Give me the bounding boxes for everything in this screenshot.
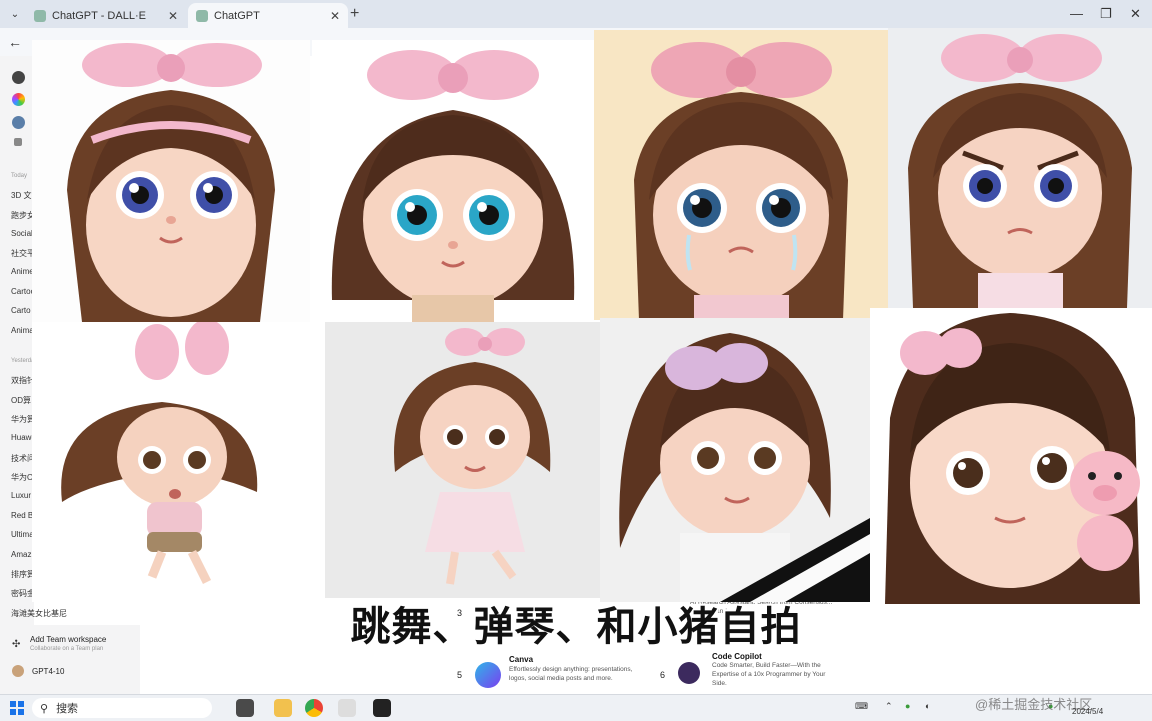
- search-icon: ⚲: [40, 702, 49, 715]
- chrome-icon[interactable]: [305, 699, 323, 717]
- typora-icon[interactable]: [338, 699, 356, 717]
- taskbar-date[interactable]: 2024/5/4: [1072, 707, 1103, 716]
- tab-title: ChatGPT: [214, 9, 260, 22]
- sidebar-section-today: Today: [11, 173, 28, 179]
- girl-illustration: [594, 30, 888, 320]
- browser-tab-strip: ⌄ ChatGPT - DALL·E ✕ ChatGPT ✕ + — ❐ ✕: [0, 0, 1152, 28]
- tray-app-icon[interactable]: ◐: [925, 701, 930, 711]
- girl-illustration: [325, 322, 600, 598]
- sidebar-chat-item[interactable]: Red B: [11, 511, 33, 520]
- chatgpt-favicon-icon: [34, 9, 46, 22]
- avatar[interactable]: [12, 665, 24, 677]
- generated-image-angry[interactable]: [888, 28, 1152, 308]
- close-window-button[interactable]: ✕: [1130, 6, 1141, 22]
- wechat-icon[interactable]: ●: [905, 701, 910, 711]
- maximize-button[interactable]: ❐: [1100, 6, 1112, 22]
- gpt-card-number: 6: [660, 670, 666, 680]
- generated-image-running[interactable]: [32, 322, 314, 602]
- back-arrow-icon[interactable]: ←: [8, 34, 22, 50]
- sidebar-chat-item[interactable]: Anime: [11, 267, 34, 276]
- tab-title: ChatGPT - DALL·E: [52, 9, 146, 22]
- terminal-icon[interactable]: [373, 699, 391, 717]
- new-tab-button[interactable]: +: [350, 5, 359, 23]
- add-team-icon[interactable]: ✣: [12, 639, 20, 650]
- sidebar-chat-item[interactable]: Carto: [11, 306, 31, 315]
- taskbar-search-input[interactable]: ⚲ 搜索: [32, 698, 212, 718]
- sidebar-chat-item[interactable]: 海滩美女比基尼: [11, 608, 67, 619]
- gpt-card-description: Code Smarter, Build Faster—With the Expe…: [712, 662, 826, 687]
- generated-image-pig-selfie[interactable]: [870, 308, 1152, 604]
- sidebar-chat-item[interactable]: Luxur: [11, 491, 31, 500]
- sidebar-chat-item[interactable]: Social: [11, 229, 33, 238]
- openai-logo-icon[interactable]: [12, 71, 25, 84]
- account-name[interactable]: GPT4-10: [32, 667, 64, 676]
- sidebar-chat-item[interactable]: OD算: [11, 395, 31, 406]
- girl-illustration: [600, 318, 870, 602]
- close-tab-icon[interactable]: ✕: [168, 9, 178, 23]
- add-team-workspace-button[interactable]: Add Team workspace: [30, 635, 106, 644]
- generated-image-cry[interactable]: [594, 30, 888, 320]
- girl-illustration: [312, 40, 594, 322]
- minimize-button[interactable]: —: [1070, 6, 1083, 21]
- canva-icon[interactable]: [475, 662, 501, 688]
- gpt-card-number: 5: [457, 670, 463, 680]
- sidebar-chat-item[interactable]: Ultima: [11, 530, 34, 539]
- close-tab-icon[interactable]: ✕: [330, 9, 340, 23]
- sidebar-chat-item[interactable]: 3D 文: [11, 190, 31, 201]
- chatgpt-favicon-icon: [196, 9, 208, 22]
- tray-chevron-icon[interactable]: ⌃: [885, 701, 893, 712]
- gpt-color-icon[interactable]: [12, 93, 25, 106]
- windows-start-icon[interactable]: [10, 701, 24, 715]
- add-team-subtitle: Collaborate on a Team plan: [30, 646, 104, 652]
- girl-illustration: [32, 40, 310, 322]
- task-view-icon[interactable]: [236, 699, 254, 717]
- tab-chatgpt[interactable]: ChatGPT ✕: [188, 3, 348, 28]
- girl-illustration: [870, 308, 1152, 604]
- generated-image-piano[interactable]: [600, 318, 870, 602]
- sidebar-chat-item[interactable]: Amaz: [11, 550, 31, 559]
- sidebar-footer: ✣ Add Team workspace Collaborate on a Te…: [0, 625, 140, 695]
- tab-search-dropdown[interactable]: ⌄: [6, 5, 24, 23]
- generated-image-dancing[interactable]: [325, 322, 600, 598]
- search-placeholder: 搜索: [56, 703, 79, 715]
- gpt-card-title[interactable]: Code Copilot: [712, 652, 762, 661]
- keyboard-icon[interactable]: ⌨: [855, 701, 868, 712]
- gpt-card-description: Effortlessly design anything: presentati…: [509, 666, 633, 682]
- video-subtitle: 跳舞、弹琴、和小猪自拍: [350, 604, 802, 650]
- girl-illustration: [888, 28, 1152, 308]
- gpt-globe-icon[interactable]: [12, 116, 25, 129]
- gpt-card-title[interactable]: Canva: [509, 655, 533, 664]
- girl-illustration: [32, 322, 314, 602]
- grid-icon[interactable]: [14, 138, 22, 146]
- generated-image-smile-2[interactable]: [312, 40, 594, 322]
- generated-image-smile-1[interactable]: [32, 40, 310, 322]
- tab-chatgpt-dalle[interactable]: ChatGPT - DALL·E ✕: [26, 3, 186, 28]
- sidebar-chat-item[interactable]: 华为O: [11, 472, 33, 483]
- code-copilot-icon[interactable]: [678, 662, 700, 684]
- sidebar-chat-item[interactable]: Anima: [11, 326, 34, 335]
- chat-sidebar: Today 3D 文 跑步女 Social 社交平 Anime Cartoo C…: [0, 56, 67, 696]
- file-explorer-icon[interactable]: [274, 699, 292, 717]
